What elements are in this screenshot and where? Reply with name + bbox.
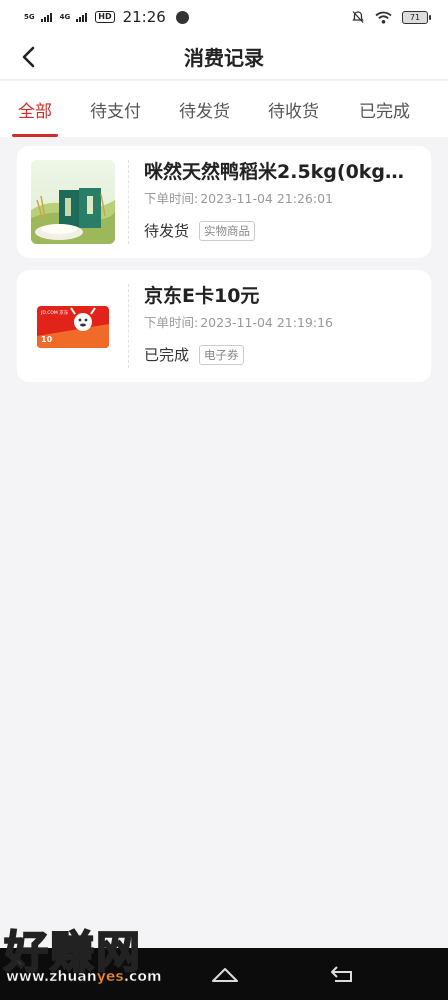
card-footer: 已完成 电子券 bbox=[144, 344, 417, 365]
order-title: 咪然天然鸭稻米2.5kg(0kg… bbox=[144, 161, 405, 183]
chevron-left-icon bbox=[22, 46, 35, 68]
order-type-tag: 电子券 bbox=[199, 344, 244, 365]
tab-pending-receipt[interactable]: 待收货 bbox=[268, 81, 319, 137]
page-title: 消费记录 bbox=[184, 46, 264, 70]
network-5g-indicator: 5G bbox=[24, 12, 35, 21]
tab-all[interactable]: 全部 bbox=[12, 81, 58, 137]
card-brand-text: JD.COM 京东 bbox=[40, 309, 69, 316]
tab-pending-shipment[interactable]: 待发货 bbox=[179, 81, 230, 137]
card-divider bbox=[128, 160, 129, 244]
rice-product-image bbox=[31, 160, 115, 244]
order-time: 下单时间: 2023-11-04 21:26:01 bbox=[144, 190, 417, 208]
home-button[interactable] bbox=[205, 958, 245, 990]
status-right: 71 bbox=[351, 10, 431, 24]
back-nav-button[interactable] bbox=[322, 958, 362, 990]
order-time-label: 下单时间: bbox=[144, 191, 199, 206]
tab-pending-payment[interactable]: 待支付 bbox=[90, 81, 141, 137]
home-icon bbox=[212, 968, 238, 982]
card-divider bbox=[128, 284, 129, 368]
order-status: 已完成 bbox=[144, 346, 190, 364]
tab-completed[interactable]: 已完成 bbox=[359, 81, 410, 137]
status-left: 5G 4G HD 21:26 bbox=[24, 8, 189, 26]
card-body: 咪然天然鸭稻米2.5kg(0kg… 下单时间: 2023-11-04 21:26:… bbox=[144, 158, 417, 241]
hd-voice-icon: HD bbox=[95, 11, 115, 23]
back-button[interactable] bbox=[12, 40, 46, 74]
card-body: 京东E卡10元 下单时间: 2023-11-04 21:19:16 已完成 电子券 bbox=[144, 282, 417, 365]
jd-ecard-image: JD.COM 京东 10 bbox=[31, 284, 115, 368]
order-card[interactable]: 咪然天然鸭稻米2.5kg(0kg… 下单时间: 2023-11-04 21:26:… bbox=[17, 146, 431, 258]
back-nav-icon bbox=[331, 966, 352, 982]
order-time: 下单时间: 2023-11-04 21:19:16 bbox=[144, 314, 417, 332]
order-status: 待发货 bbox=[144, 222, 190, 240]
signal-icon-2 bbox=[76, 12, 88, 22]
message-icon bbox=[175, 10, 189, 24]
wifi-icon bbox=[375, 11, 392, 24]
card-value-text: 10 bbox=[41, 335, 53, 344]
tab-bar: 全部 待支付 待发货 待收货 已完成 bbox=[0, 81, 448, 137]
system-navigation-bar bbox=[0, 948, 448, 1000]
signal-icon bbox=[40, 12, 52, 22]
mute-icon bbox=[352, 11, 364, 23]
header: 消费记录 bbox=[0, 34, 448, 80]
order-card[interactable]: JD.COM 京东 10 京东E卡10元 下单时间: 2023-11-04 21:… bbox=[17, 270, 431, 382]
card-footer: 待发货 实物商品 bbox=[144, 220, 417, 241]
order-time-value: 2023-11-04 21:26:01 bbox=[200, 191, 333, 206]
order-time-label: 下单时间: bbox=[144, 315, 199, 330]
status-time: 21:26 bbox=[122, 8, 166, 26]
order-title: 京东E卡10元 bbox=[144, 285, 260, 307]
order-time-value: 2023-11-04 21:19:16 bbox=[200, 315, 333, 330]
network-4g-indicator: 4G bbox=[59, 12, 71, 21]
battery-icon: 71 bbox=[402, 10, 431, 24]
status-bar: 5G 4G HD 21:26 71 bbox=[0, 0, 448, 34]
order-type-tag: 实物商品 bbox=[199, 220, 256, 241]
